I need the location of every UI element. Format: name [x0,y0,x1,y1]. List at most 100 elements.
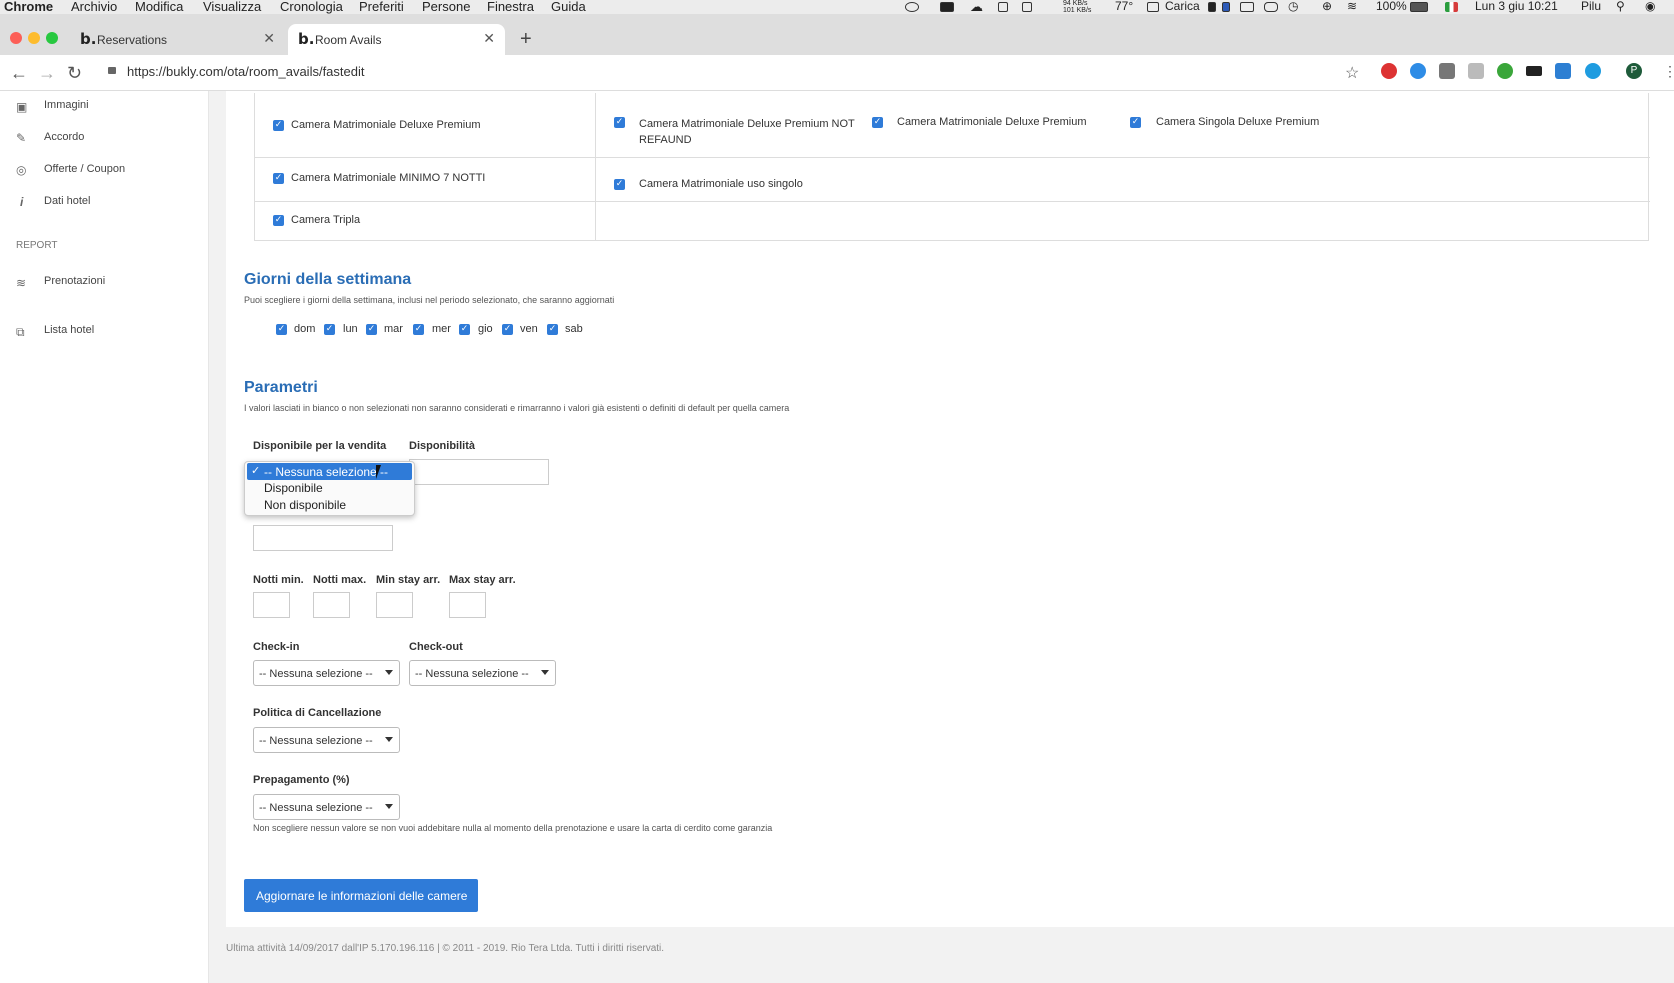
day-checkbox-gio[interactable]: ✓ [459,324,470,335]
window-icon[interactable] [1264,2,1278,12]
airdrop-icon[interactable]: ⊕ [1322,0,1332,13]
room-checkbox[interactable]: ✓ [614,117,625,128]
siri-icon[interactable]: ◉ [1645,0,1655,13]
sidebar-item-dati-hotel[interactable]: Dati hotel [44,195,90,207]
menu-persone[interactable]: Persone [422,0,470,14]
chrome-menu-icon[interactable]: ⋮ [1663,63,1674,80]
adblock-extension-icon[interactable] [1381,63,1397,79]
room-checkbox[interactable]: ✓ [872,117,883,128]
menu-clock[interactable]: Lun 3 giu 10:21 [1475,0,1558,13]
day-checkbox-ven[interactable]: ✓ [502,324,513,335]
user-name[interactable]: Pilu [1581,0,1601,13]
room-label: Camera Singola Deluxe Premium [1156,116,1320,128]
cancel-policy-select[interactable]: -- Nessuna selezione -- [253,727,400,753]
puzzle-icon: ⧉ [16,325,25,339]
min-nights-input[interactable] [253,592,290,618]
room-checkbox[interactable]: ✓ [273,173,284,184]
info-icon: i [20,195,24,209]
menu-finestra[interactable]: Finestra [487,0,534,14]
battery-icon[interactable] [1410,2,1428,12]
day-checkbox-lun[interactable]: ✓ [324,324,335,335]
vpn-icon[interactable] [905,2,919,12]
share-extension-icon[interactable] [1555,63,1571,79]
checkout-select[interactable]: -- Nessuna selezione -- [409,660,556,686]
tab-room-avails[interactable]: b. Room Avails ✕ [288,24,505,55]
monitor-icon[interactable] [940,2,954,12]
reload-icon[interactable]: ↻ [67,63,82,84]
sidebar-item-prenotazioni[interactable]: Prenotazioni [44,275,105,287]
price-input[interactable] [253,525,393,551]
day-checkbox-dom[interactable]: ✓ [276,324,287,335]
screen-extension-icon[interactable] [1526,66,1542,76]
update-rooms-button[interactable]: Aggiornare le informazioni delle camere [244,879,478,912]
cpu-icon[interactable] [998,2,1008,12]
availability-label: Disponibilità [409,440,475,452]
bluetooth-icon[interactable] [1222,2,1230,12]
maximize-window-button[interactable] [46,32,58,44]
menu-visualizza[interactable]: Visualizza [203,0,261,14]
sidebar-item-immagini[interactable]: Immagini [44,99,89,111]
sidebar-item-offerte[interactable]: Offerte / Coupon [44,163,125,175]
minimize-window-button[interactable] [28,32,40,44]
menu-archivio[interactable]: Archivio [71,0,117,14]
menu-guida[interactable]: Guida [551,0,586,14]
net-speed: 94 KB/s 101 KB/s [1063,0,1091,14]
cloud-icon[interactable]: ☁ [970,0,983,15]
bookmark-star-icon[interactable]: ☆ [1345,63,1359,83]
check-extension-icon[interactable] [1497,63,1513,79]
close-tab-icon[interactable]: ✕ [263,30,275,47]
sidebar-item-accordo[interactable]: Accordo [44,131,84,143]
time-machine-icon[interactable]: ◷ [1288,0,1298,13]
menu-cronologia[interactable]: Cronologia [280,0,343,14]
availability-input[interactable] [409,459,549,485]
cloud-extension-icon[interactable] [1585,63,1601,79]
flag-italy-icon[interactable] [1445,2,1458,12]
wifi-icon[interactable]: ≋ [1347,0,1357,13]
back-arrow-icon[interactable]: ← [10,63,28,84]
day-checkbox-mer[interactable]: ✓ [413,324,424,335]
battery-percent[interactable]: 100% [1376,0,1407,13]
gpu-icon[interactable] [1208,2,1216,12]
room-checkbox[interactable]: ✓ [614,179,625,190]
checkin-select[interactable]: -- Nessuna selezione -- [253,660,400,686]
menu-modifica[interactable]: Modifica [135,0,183,14]
temperature[interactable]: 77° [1115,0,1133,13]
image-icon: ▣ [16,100,28,114]
day-checkbox-mar[interactable]: ✓ [366,324,377,335]
spotlight-search-icon[interactable]: ⚲ [1616,0,1625,13]
column-divider [595,93,596,241]
room-checkbox[interactable]: ✓ [1130,117,1141,128]
app-menu[interactable]: Chrome [4,0,53,14]
drive-extension-icon[interactable] [1439,63,1455,79]
sidebar-item-lista-hotel[interactable]: Lista hotel [44,324,94,336]
clipboard-icon[interactable] [1240,2,1254,12]
new-tab-button[interactable]: + [520,28,532,51]
net-down: 101 KB/s [1063,7,1092,14]
room-checkbox[interactable]: ✓ [273,215,284,226]
min-stay-arr-input[interactable] [376,592,413,618]
menu-preferiti[interactable]: Preferiti [359,0,404,14]
max-nights-input[interactable] [313,592,350,618]
day-checkbox-sab[interactable]: ✓ [547,324,558,335]
memory-icon[interactable] [1022,2,1032,12]
shield-extension-icon[interactable] [1468,63,1484,79]
profile-avatar[interactable]: P [1626,63,1642,79]
mouse-cursor-icon [376,465,381,479]
dropdown-option-selected[interactable]: ✓ -- Nessuna selezione -- [247,463,412,480]
dropdown-option[interactable]: Non disponibile [264,498,346,512]
max-stay-arr-input[interactable] [449,592,486,618]
close-tab-icon[interactable]: ✕ [483,30,495,47]
dropdown-option[interactable]: Disponibile [264,481,323,495]
footer-text: Ultima attività 14/09/2017 dall'IP 5.170… [226,943,665,954]
power-status[interactable]: Carica [1165,0,1200,13]
avail-sale-dropdown[interactable]: ✓ -- Nessuna selezione -- Disponibile No… [244,461,415,516]
address-bar[interactable]: https://bukly.com/ota/room_avails/fasted… [127,64,364,79]
forward-arrow-icon[interactable]: → [38,63,56,84]
net-up: 94 KB/s [1063,0,1088,7]
close-window-button[interactable] [10,32,22,44]
room-checkbox[interactable]: ✓ [273,120,284,131]
tab-reservations[interactable]: b. Reservations ✕ [70,24,285,55]
prepayment-select[interactable]: -- Nessuna selezione -- [253,794,400,820]
day-label: gio [478,323,493,335]
messenger-extension-icon[interactable] [1410,63,1426,79]
